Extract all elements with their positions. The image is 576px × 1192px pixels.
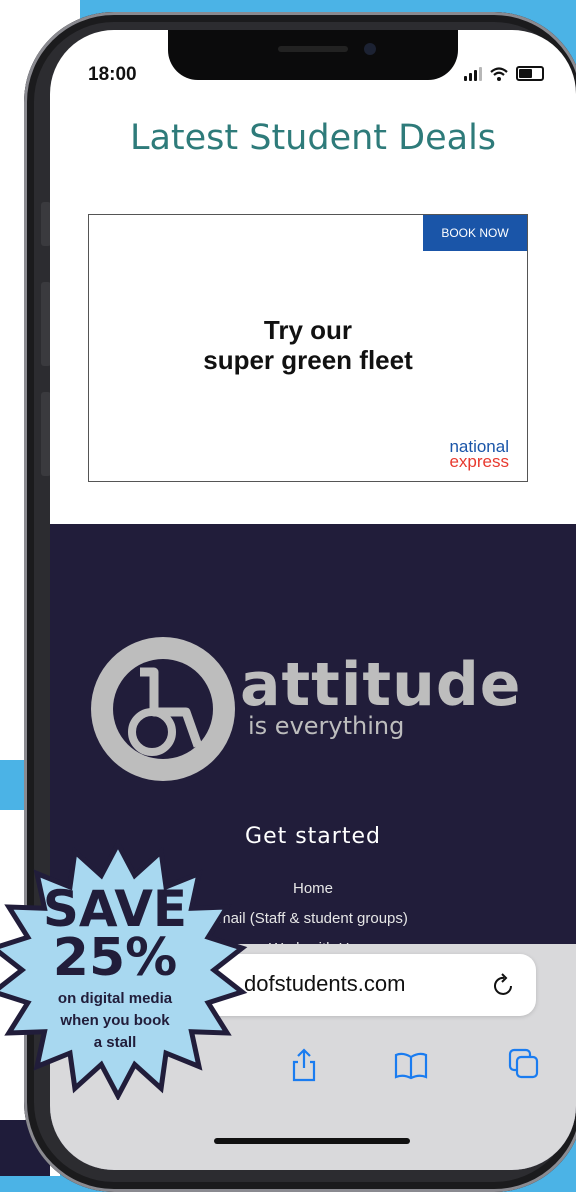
home-indicator [214, 1138, 410, 1144]
wifi-icon [490, 66, 508, 81]
attitude-logo-word: attitude [240, 650, 522, 720]
camera-icon [364, 43, 376, 55]
book-now-button[interactable]: BOOK NOW [423, 215, 527, 251]
national-express-logo: national express [449, 438, 509, 471]
speaker-grille [278, 46, 348, 52]
battery-icon [516, 66, 544, 81]
reload-icon[interactable] [492, 972, 516, 998]
tabs-icon[interactable] [508, 1048, 540, 1080]
ad-headline-line2: super green fleet [203, 345, 413, 375]
attitude-logo-tagline: is everything [248, 712, 405, 740]
status-time: 18:00 [88, 64, 137, 85]
notch [168, 30, 458, 80]
ad-banner[interactable]: BOOK NOW Try our super green fleet natio… [88, 214, 528, 482]
url-text: dofstudents.com [244, 971, 406, 996]
bookmarks-icon[interactable] [394, 1052, 428, 1080]
promo-line5: a stall [93, 1034, 137, 1051]
share-icon[interactable] [290, 1048, 318, 1082]
attitude-logo-icon [91, 637, 235, 781]
page-title: Latest Student Deals [129, 118, 497, 158]
brand-line2: express [449, 452, 509, 471]
ad-headline-line1: Try our [263, 315, 353, 345]
signal-icon [464, 66, 482, 81]
ad-headline: Try our super green fleet [89, 315, 527, 375]
status-icons [464, 66, 544, 81]
promo-percent: 25% [52, 928, 178, 988]
promo-line3: on digital media [57, 990, 173, 1007]
promo-line4: when you book [60, 1012, 170, 1029]
